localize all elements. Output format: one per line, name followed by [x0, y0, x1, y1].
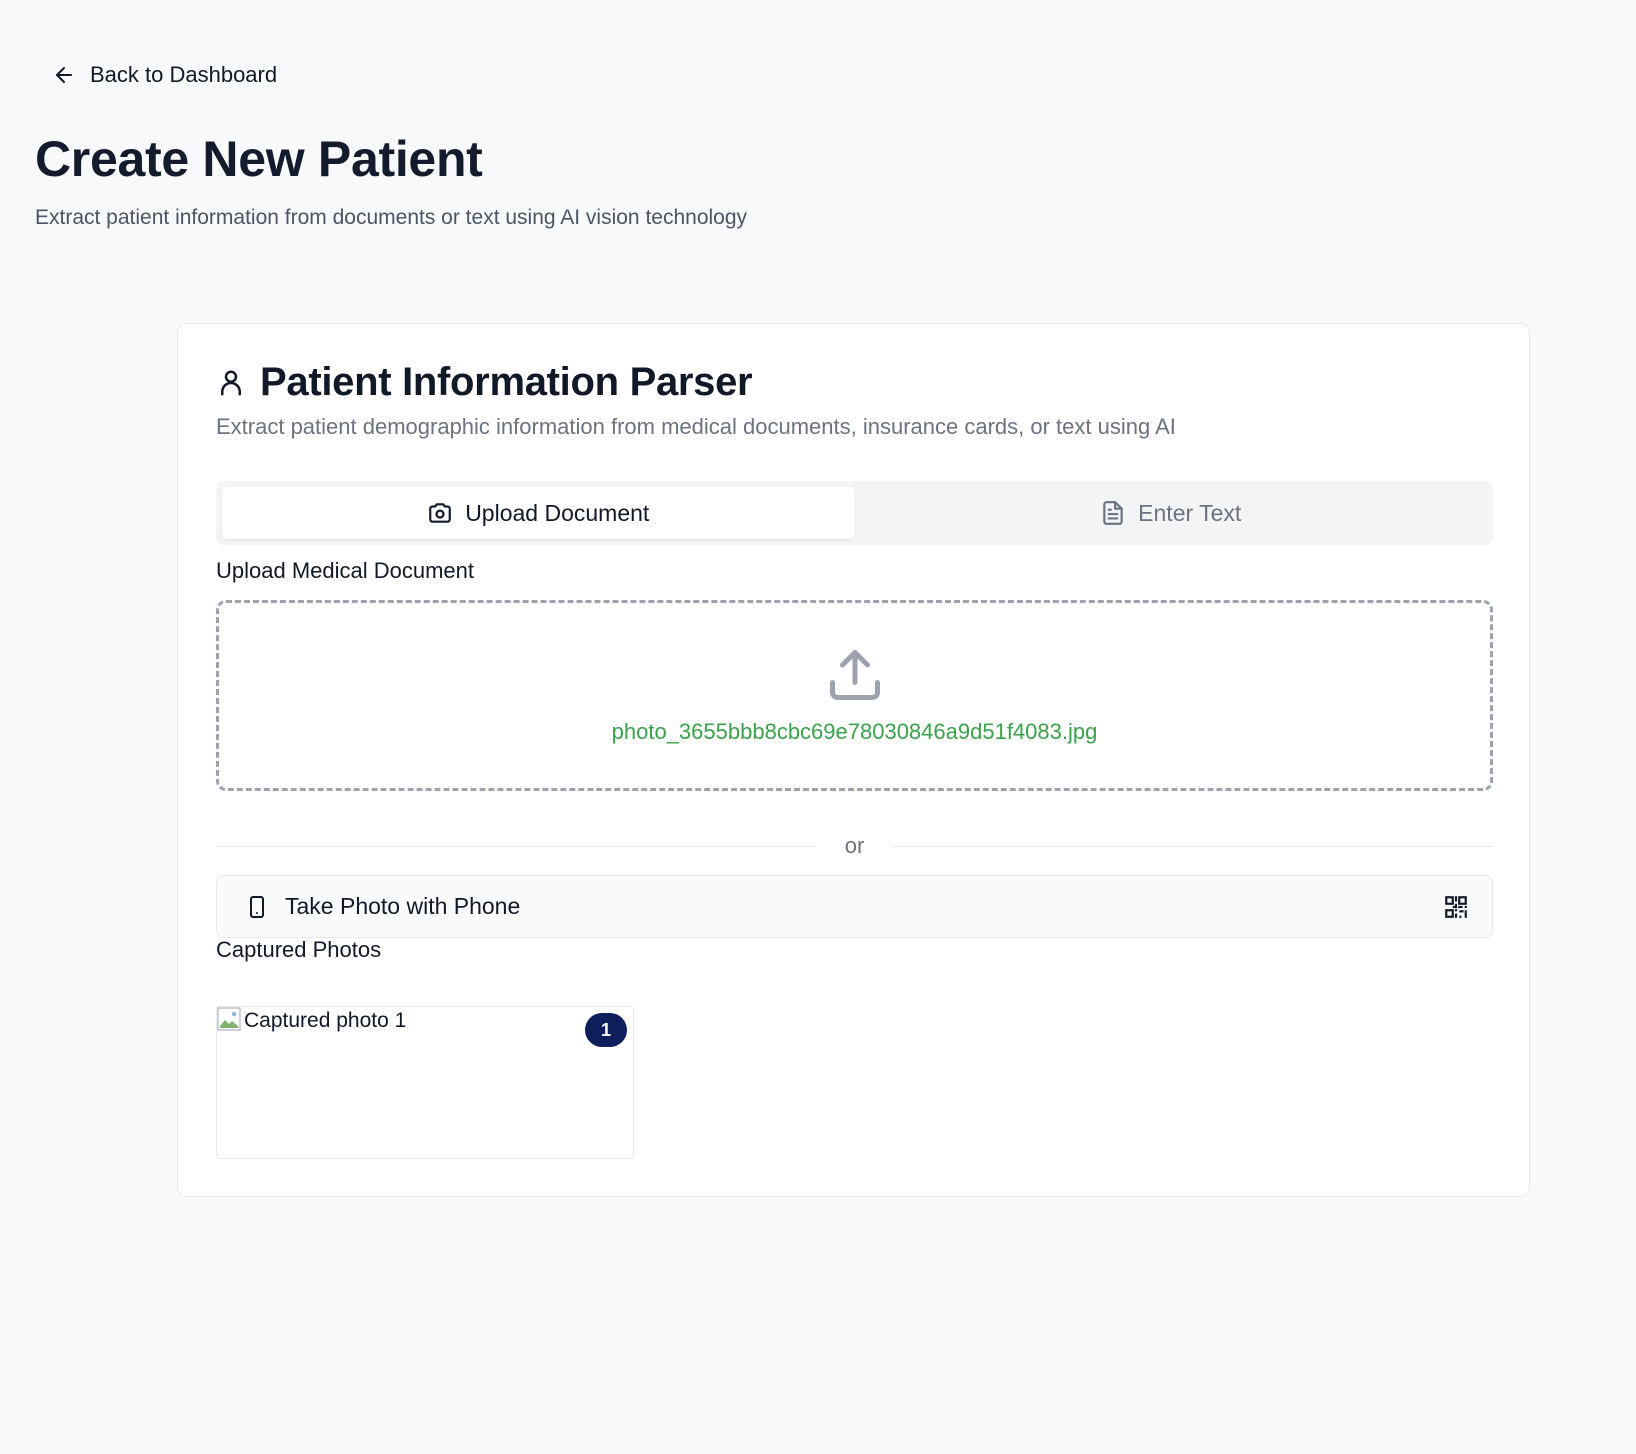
broken-image-icon: [217, 1007, 241, 1031]
page-title: Create New Patient: [35, 131, 483, 187]
divider-line-right: [893, 846, 1493, 847]
tab-enter-text[interactable]: Enter Text: [855, 487, 1488, 539]
card-header: Patient Information Parser: [216, 360, 753, 405]
arrow-left-icon: [56, 67, 72, 83]
qr-code-icon: [1445, 895, 1467, 918]
upload-icon: [829, 650, 880, 700]
user-icon: [221, 370, 241, 395]
tab-label: Enter Text: [1138, 499, 1242, 526]
uploaded-file-name: photo_3655bbb8cbc69e78030846a9d51f4083.j…: [611, 719, 1098, 744]
smartphone-icon: [250, 895, 264, 918]
patient-parser-card: Patient Information Parser Extract patie…: [177, 323, 1530, 1197]
back-to-dashboard-link[interactable]: Back to Dashboard: [52, 62, 277, 88]
card-title: Patient Information Parser: [260, 360, 753, 404]
upload-section-label: Upload Medical Document: [216, 558, 475, 583]
phone-button-label: Take Photo with Phone: [285, 893, 521, 919]
or-divider: or: [216, 831, 1493, 861]
photo-number-badge: 1: [585, 1013, 627, 1047]
camera-icon: [429, 503, 452, 523]
document-dropzone[interactable]: photo_3655bbb8cbc69e78030846a9d51f4083.j…: [216, 600, 1493, 791]
page-subtitle: Extract patient information from documen…: [35, 206, 748, 229]
file-text-icon: [1103, 501, 1123, 525]
captured-photos-label: Captured Photos: [216, 937, 382, 962]
tab-label: Upload Document: [465, 499, 650, 526]
input-mode-tabs: Upload Document Enter Text: [216, 481, 1493, 545]
back-link-label: Back to Dashboard: [90, 62, 278, 87]
take-photo-with-phone-button[interactable]: Take Photo with Phone: [216, 875, 1493, 938]
photo-alt-text: Captured photo 1: [244, 1009, 407, 1032]
captured-photo-thumbnail[interactable]: Captured photo 1 1: [216, 1006, 634, 1159]
card-description: Extract patient demographic information …: [216, 414, 1176, 439]
tab-upload-document[interactable]: Upload Document: [222, 487, 855, 539]
